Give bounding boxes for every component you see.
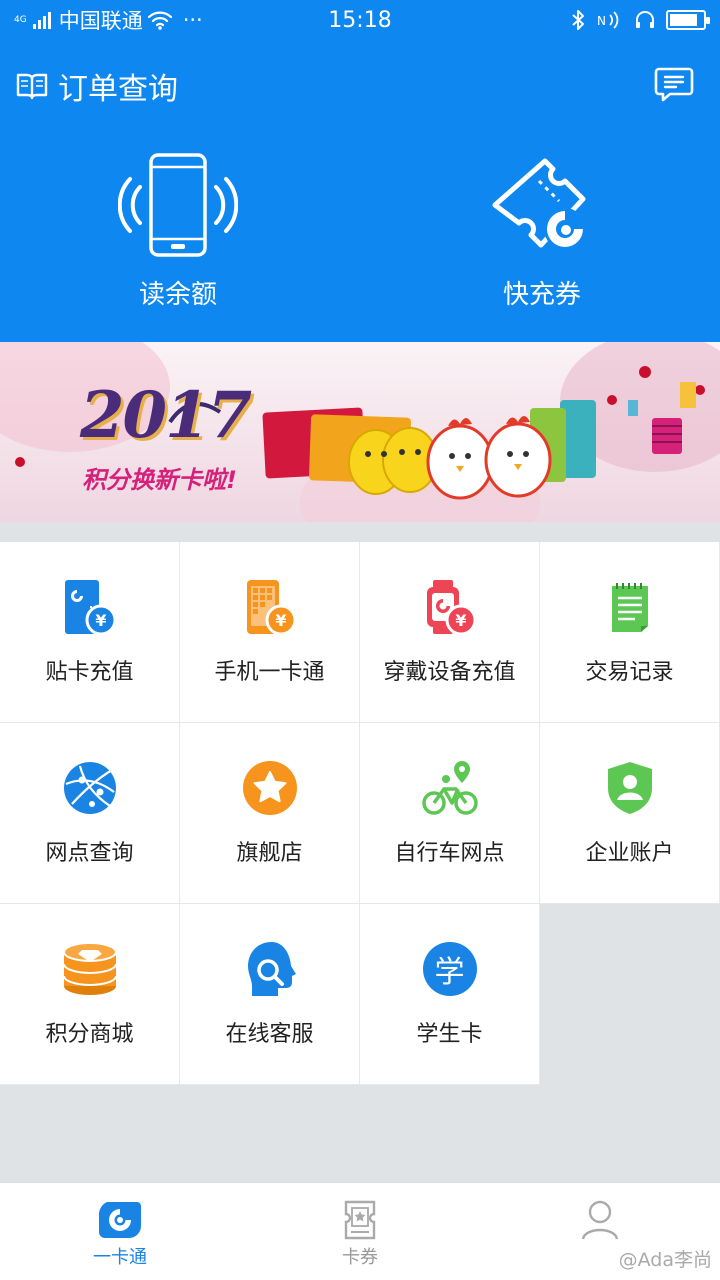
svg-text:¥: ¥ (95, 611, 106, 630)
grid-item-enterprise-account[interactable]: 企业账户 (540, 723, 720, 904)
nfc-icon: N (597, 11, 619, 29)
grid-item-outlet-search[interactable]: 网点查询 (0, 723, 180, 904)
order-query-link[interactable]: 订单查询 (16, 64, 178, 108)
grid-item-points-mall[interactable]: 积分商城 (0, 904, 180, 1085)
grid-item-label: 在线客服 (225, 1022, 314, 1047)
ticket-icon (492, 158, 586, 250)
watch-recharge-icon: ¥ (426, 580, 476, 636)
grid-item-label: 穿戴设备充值 (383, 660, 516, 685)
network-type: 4G (14, 14, 27, 25)
header: 订单查询 读余额 快充券 (0, 40, 720, 342)
bottom-nav: 一卡通 卡券 @Ada李尚 (0, 1182, 720, 1280)
tab-card[interactable]: 一卡通 (0, 1183, 240, 1280)
phone-card-icon: ¥ (246, 580, 296, 636)
student-icon: 学 (422, 942, 477, 996)
service-icon (247, 942, 296, 996)
fast-charge-label: 快充券 (502, 280, 581, 310)
banner-slogan: 积分换新卡啦! (82, 466, 237, 494)
grid-item-online-service[interactable]: 在线客服 (180, 904, 360, 1085)
headset-icon (636, 11, 654, 28)
user-icon (581, 1200, 619, 1240)
svg-text:¥: ¥ (455, 611, 466, 630)
status-right: N (570, 9, 710, 31)
grid-item-phone-card[interactable]: ¥ 手机一卡通 (180, 542, 360, 723)
phone-nfc-icon (118, 153, 238, 257)
wifi-icon (147, 11, 172, 30)
status-left: 4G 中国联通 ··· (14, 5, 314, 35)
fast-charge-action[interactable]: 快充券 (432, 150, 652, 311)
banner-year: 2017 (80, 378, 252, 453)
grid-item-label: 企业账户 (585, 841, 674, 866)
bicycle-icon (421, 761, 478, 815)
read-balance-label: 读余额 (138, 280, 217, 310)
tab-coupons-label: 卡券 (342, 1247, 378, 1268)
card-logo-icon (98, 1202, 141, 1238)
grid-item-label: 贴卡充值 (45, 660, 134, 685)
card-recharge-icon: ¥ (64, 580, 116, 636)
globe-icon (63, 762, 116, 814)
grid-item-label: 网点查询 (45, 841, 134, 866)
tab-card-label: 一卡通 (93, 1247, 147, 1268)
svg-text:¥: ¥ (275, 611, 286, 630)
message-button[interactable] (654, 64, 694, 104)
read-balance-action[interactable]: 读余额 (68, 150, 288, 311)
bluetooth-icon (572, 10, 584, 30)
grid-item-label: 手机一卡通 (214, 660, 325, 685)
svg-text:N: N (597, 14, 606, 28)
grid-item-label: 交易记录 (585, 660, 674, 685)
grid-item-card-recharge[interactable]: ¥ 贴卡充值 (0, 542, 180, 723)
coins-icon (62, 942, 117, 995)
grid-item-label: 学生卡 (416, 1022, 483, 1047)
shield-user-icon (607, 762, 652, 814)
grid-item-label: 积分商城 (45, 1022, 134, 1047)
more-indicator: ··· (182, 8, 203, 32)
carrier-name: 中国联通 (58, 9, 143, 33)
grid-item-flagship-store[interactable]: 旗舰店 (180, 723, 360, 904)
feature-grid: ¥ 贴卡充值 ¥ 手机一卡通 ¥ 穿戴设备充值 交易记录 网点查询 旗舰店 自行… (0, 542, 720, 1085)
page-title: 订单查询 (58, 72, 178, 107)
tab-coupons[interactable]: 卡券 (240, 1183, 480, 1280)
promo-banner[interactable]: 2017 积分换新卡啦! (0, 342, 720, 522)
grid-item-label: 自行车网点 (394, 841, 505, 866)
grid-item-bike-outlets[interactable]: 自行车网点 (360, 723, 540, 904)
signal-icon (32, 11, 51, 29)
book-icon (16, 73, 48, 100)
grid-item-transactions[interactable]: 交易记录 (540, 542, 720, 723)
battery-icon (666, 10, 710, 30)
grid-item-student-card[interactable]: 学 学生卡 (360, 904, 540, 1085)
status-bar: 4G 中国联通 ··· 15:18 N (0, 0, 720, 40)
record-icon (611, 583, 648, 632)
grid-item-label: 旗舰店 (236, 841, 303, 866)
coupon-icon (344, 1200, 376, 1240)
star-icon (242, 761, 297, 815)
grid-item-wearable-recharge[interactable]: ¥ 穿戴设备充值 (360, 542, 540, 723)
chat-icon (654, 67, 694, 102)
watermark: @Ada李尚 (618, 1249, 712, 1271)
